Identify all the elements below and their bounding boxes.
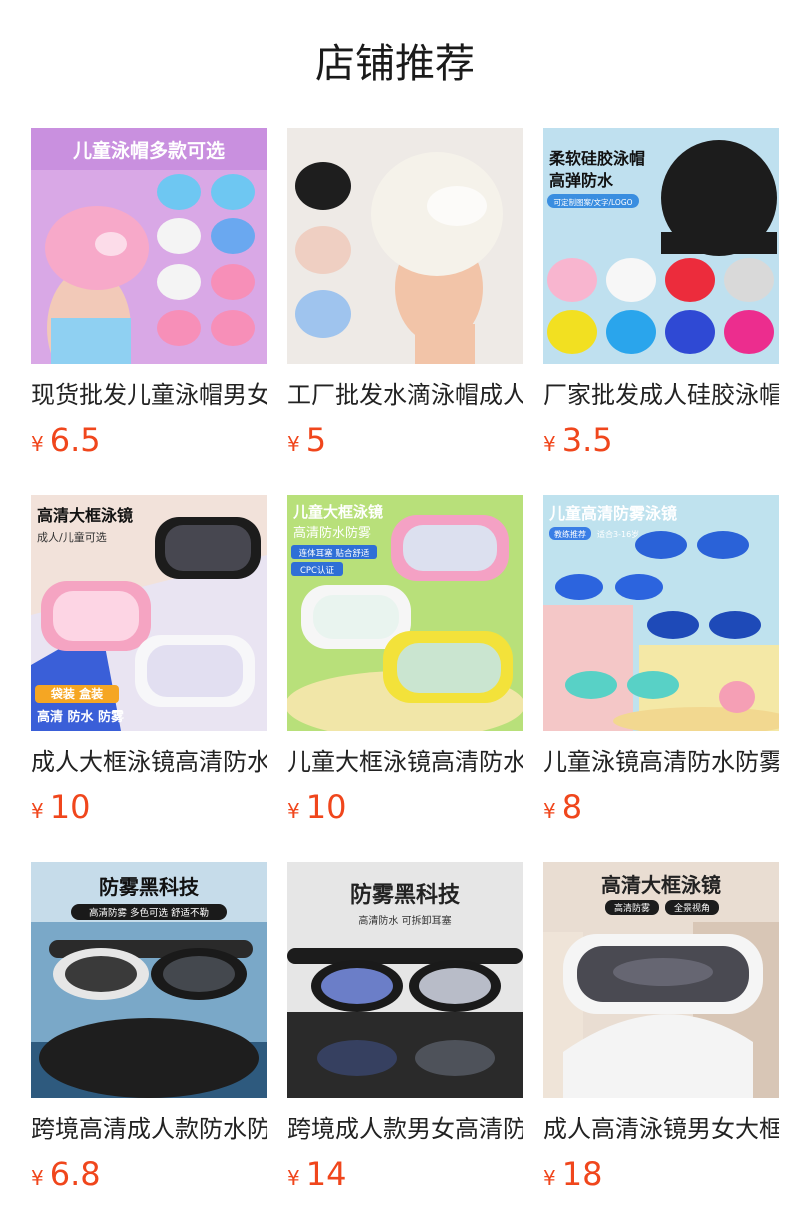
product-price: ¥18 [543, 1154, 779, 1200]
product-card[interactable]: 高清大框泳镜 高清防雾 全景视角 成人高清泳镜男女大框 ¥18 [543, 862, 779, 1200]
price-value: 8 [561, 788, 583, 826]
product-name[interactable]: 儿童泳镜高清防水防雾 [543, 745, 779, 779]
image-banner-subtext: 高弹防水 [549, 171, 614, 190]
product-card[interactable]: 高清大框泳镜 成人/儿童可选 袋装 盒装 高清 防水 防雾 成人大框泳镜高清防水… [31, 495, 267, 833]
price-value: 14 [305, 1155, 347, 1193]
image-badge-text: 可定制图案/文字/LOGO [553, 197, 632, 207]
currency-symbol: ¥ [287, 799, 300, 823]
product-name[interactable]: 成人高清泳镜男女大框 [543, 1112, 779, 1146]
product-image[interactable]: 防雾黑科技 高清防水 可拆卸耳塞 [287, 862, 523, 1098]
image-banner-text: 儿童高清防雾泳镜 [548, 504, 677, 523]
image-banner-text: 高清大框泳镜 [601, 873, 721, 897]
currency-symbol: ¥ [543, 432, 556, 456]
product-name[interactable]: 现货批发儿童泳帽男女 [31, 378, 267, 412]
product-price: ¥10 [287, 787, 523, 833]
image-banner-text: 防雾黑科技 [99, 875, 200, 899]
price-value: 6.8 [49, 1155, 101, 1193]
adult-swim-cap-image [287, 128, 523, 364]
product-price: ¥6.5 [31, 420, 267, 466]
product-card[interactable]: 儿童高清防雾泳镜 教练推荐 适合3-16岁 儿童泳镜高清防水防雾 ¥8 [543, 495, 779, 833]
product-name[interactable]: 工厂批发水滴泳帽成人 [287, 378, 523, 412]
product-card[interactable]: 防雾黑科技 高清防雾 多色可选 舒适不勒 跨境高清成人款防水防雾 ¥6.8 [31, 862, 267, 1200]
kids-swim-cap-image: 儿童泳帽多款可选 [31, 128, 267, 364]
product-name[interactable]: 成人大框泳镜高清防水 [31, 745, 267, 779]
image-badge-text: 连体耳塞 贴合舒适 [299, 548, 370, 559]
image-banner-text: 儿童大框泳镜 [292, 503, 383, 521]
image-banner-subtext: 高清防水防雾 [293, 525, 371, 541]
image-footer-text: 高清 防水 防雾 [37, 709, 125, 725]
product-image[interactable]: 高清大框泳镜 成人/儿童可选 袋装 盒装 高清 防水 防雾 [31, 495, 267, 731]
product-image[interactable]: 儿童泳帽多款可选 [31, 128, 267, 364]
product-name[interactable]: 跨境成人款男女高清防水 [287, 1112, 523, 1146]
adult-goggles-image: 高清大框泳镜 成人/儿童可选 袋装 盒装 高清 防水 防雾 [31, 495, 267, 731]
product-card[interactable]: 柔软硅胶泳帽 高弹防水 可定制图案/文字/LOGO 厂家批发成人硅胶泳帽 ¥3.… [543, 128, 779, 466]
price-value: 18 [561, 1155, 603, 1193]
mirrored-goggles-image: 防雾黑科技 高清防水 可拆卸耳塞 [287, 862, 523, 1098]
big-frame-goggles-image: 高清大框泳镜 高清防雾 全景视角 [543, 862, 779, 1098]
price-value: 10 [305, 788, 347, 826]
currency-symbol: ¥ [31, 799, 44, 823]
product-image[interactable] [287, 128, 523, 364]
product-price: ¥5 [287, 420, 523, 466]
currency-symbol: ¥ [543, 1166, 556, 1190]
image-banner-subtext: 成人/儿童可选 [37, 530, 107, 544]
image-badge-text: 袋装 盒装 [50, 686, 103, 701]
image-badge-text-2: CPC认证 [300, 565, 334, 576]
image-badge-text: 高清防水 可拆卸耳塞 [358, 914, 451, 927]
image-banner-text: 儿童泳帽多款可选 [72, 139, 225, 162]
product-name[interactable]: 儿童大框泳镜高清防水 [287, 745, 523, 779]
image-badge-text: 高清防雾 多色可选 舒适不勒 [89, 907, 209, 919]
image-badge-text-2: 适合3-16岁 [597, 529, 639, 539]
kids-goggles-image: 儿童大框泳镜 高清防水防雾 连体耳塞 贴合舒适 CPC认证 [287, 495, 523, 731]
kids-antifog-goggles-image: 儿童高清防雾泳镜 教练推荐 适合3-16岁 [543, 495, 779, 731]
currency-symbol: ¥ [287, 432, 300, 456]
product-name[interactable]: 跨境高清成人款防水防雾 [31, 1112, 267, 1146]
price-value: 3.5 [561, 421, 613, 459]
image-banner-text: 高清大框泳镜 [37, 506, 133, 525]
image-badge-text-2: 全景视角 [674, 902, 710, 914]
product-image[interactable]: 高清大框泳镜 高清防雾 全景视角 [543, 862, 779, 1098]
currency-symbol: ¥ [287, 1166, 300, 1190]
product-price: ¥3.5 [543, 420, 779, 466]
currency-symbol: ¥ [31, 1166, 44, 1190]
image-banner-text: 防雾黑科技 [350, 883, 461, 908]
price-value: 5 [305, 421, 327, 459]
product-image[interactable]: 防雾黑科技 高清防雾 多色可选 舒适不勒 [31, 862, 267, 1098]
product-image[interactable]: 柔软硅胶泳帽 高弹防水 可定制图案/文字/LOGO [543, 128, 779, 364]
currency-symbol: ¥ [31, 432, 44, 456]
product-card[interactable]: 儿童大框泳镜 高清防水防雾 连体耳塞 贴合舒适 CPC认证 儿童大框泳镜高清防水… [287, 495, 523, 833]
image-badge-text: 高清防雾 [614, 902, 650, 914]
product-price: ¥6.8 [31, 1154, 267, 1200]
product-image[interactable]: 儿童大框泳镜 高清防水防雾 连体耳塞 贴合舒适 CPC认证 [287, 495, 523, 731]
price-value: 10 [49, 788, 91, 826]
product-price: ¥10 [31, 787, 267, 833]
page-title: 店铺推荐 [315, 41, 475, 87]
price-value: 6.5 [49, 421, 101, 459]
product-card[interactable]: 工厂批发水滴泳帽成人 ¥5 [287, 128, 523, 466]
product-card[interactable]: 儿童泳帽多款可选 现货批发儿童泳帽男女 ¥6.5 [31, 128, 267, 466]
currency-symbol: ¥ [543, 799, 556, 823]
silicone-swim-cap-image: 柔软硅胶泳帽 高弹防水 可定制图案/文字/LOGO [543, 128, 779, 364]
product-price: ¥8 [543, 787, 779, 833]
product-name[interactable]: 厂家批发成人硅胶泳帽 [543, 378, 779, 412]
antifog-goggles-image: 防雾黑科技 高清防雾 多色可选 舒适不勒 [31, 862, 267, 1098]
image-banner-text: 柔软硅胶泳帽 [548, 149, 645, 168]
image-badge-text: 教练推荐 [554, 529, 586, 539]
product-price: ¥14 [287, 1154, 523, 1200]
product-card[interactable]: 防雾黑科技 高清防水 可拆卸耳塞 跨境成人款男女高清防水 ¥14 [287, 862, 523, 1200]
product-image[interactable]: 儿童高清防雾泳镜 教练推荐 适合3-16岁 [543, 495, 779, 731]
